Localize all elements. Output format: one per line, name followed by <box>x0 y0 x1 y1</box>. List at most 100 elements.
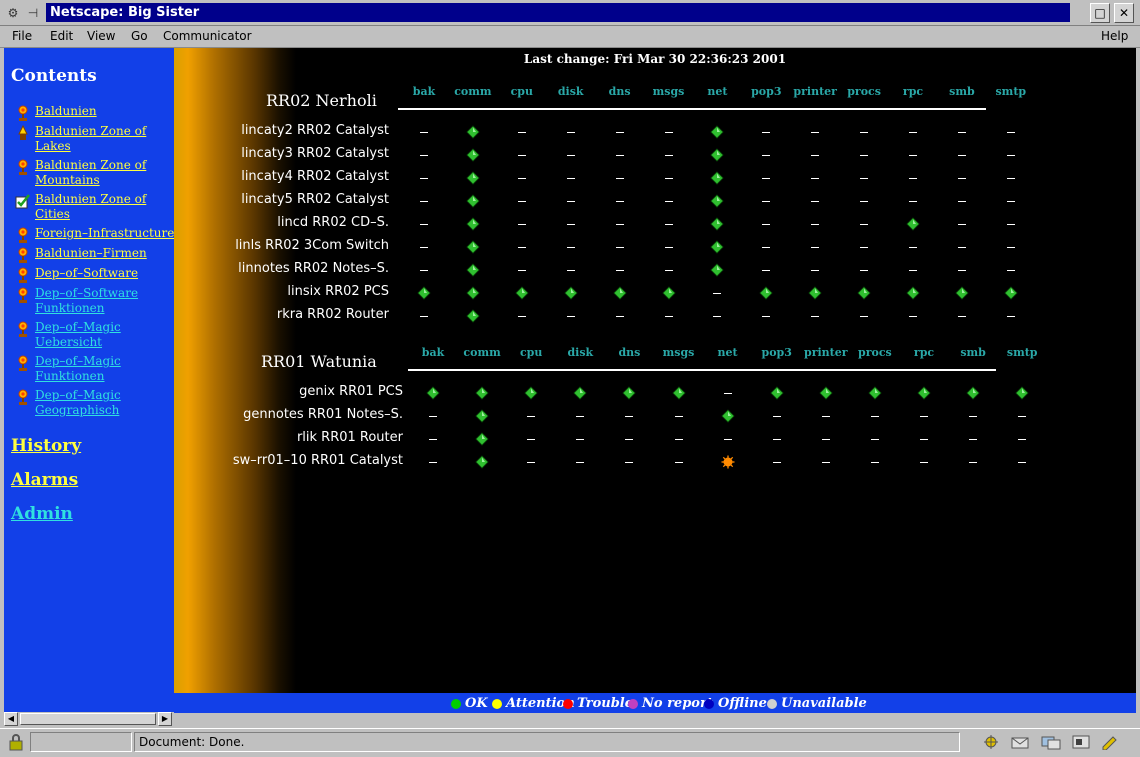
sidebar-item-link[interactable]: Baldunien Zone of Lakes <box>35 124 174 154</box>
menu-go[interactable]: Go <box>131 26 148 46</box>
pin-icon[interactable]: ⊣ <box>24 4 42 22</box>
composer-icon[interactable] <box>1070 734 1092 750</box>
column-header-bak[interactable]: bak <box>408 346 458 359</box>
status-ok-icon[interactable] <box>474 432 490 446</box>
host-label[interactable]: linls RR02 3Com Switch <box>209 238 389 253</box>
sidebar-item-link[interactable]: Baldunien–Firmen <box>35 246 174 261</box>
sidebar-item-link[interactable]: Dep–of–Magic Geographisch <box>35 388 174 418</box>
status-ok-icon[interactable] <box>769 386 785 400</box>
host-label[interactable]: rlik RR01 Router <box>223 430 403 445</box>
status-ok-icon[interactable] <box>465 240 481 254</box>
status-ok-icon[interactable] <box>867 386 883 400</box>
sidebar-item[interactable]: Dep–of–Software Funktionen <box>14 286 174 316</box>
sidebar-item-link[interactable]: Dep–of–Software Funktionen <box>35 286 174 316</box>
sidebar-item-link[interactable]: Baldunien Zone of Cities <box>35 192 174 222</box>
status-ok-icon[interactable] <box>709 217 725 231</box>
column-header-rpc[interactable]: rpc <box>888 85 938 98</box>
status-ok-icon[interactable] <box>709 125 725 139</box>
host-label[interactable]: lincd RR02 CD–S. <box>209 215 389 230</box>
status-ok-icon[interactable] <box>563 286 579 300</box>
status-ok-icon[interactable] <box>807 286 823 300</box>
status-ok-icon[interactable] <box>709 194 725 208</box>
sidebar-item[interactable]: Dep–of–Magic Funktionen <box>14 354 174 384</box>
sidebar-item[interactable]: Baldunien Zone of Mountains <box>14 158 174 188</box>
status-ok-icon[interactable] <box>523 386 539 400</box>
status-ok-icon[interactable] <box>465 263 481 277</box>
column-header-disk[interactable]: disk <box>555 346 605 359</box>
group-title[interactable]: RR01 Watunia <box>261 352 377 371</box>
status-ok-icon[interactable] <box>709 240 725 254</box>
status-attention-icon[interactable] <box>720 455 736 469</box>
status-ok-icon[interactable] <box>965 386 981 400</box>
status-ok-icon[interactable] <box>572 386 588 400</box>
sidebar-item[interactable]: Baldunien <box>14 104 174 122</box>
host-label[interactable]: lincaty2 RR02 Catalyst <box>209 123 389 138</box>
status-ok-icon[interactable] <box>1003 286 1019 300</box>
status-ok-icon[interactable] <box>905 217 921 231</box>
edit-page-icon[interactable] <box>1100 734 1122 750</box>
menu-edit[interactable]: Edit <box>50 26 73 46</box>
status-ok-icon[interactable] <box>1014 386 1030 400</box>
column-header-cpu[interactable]: cpu <box>506 346 556 359</box>
menu-help[interactable]: Help <box>1101 26 1128 46</box>
host-label[interactable]: genix RR01 PCS <box>223 384 403 399</box>
scroll-thumb[interactable] <box>20 713 156 725</box>
host-label[interactable]: gennotes RR01 Notes–S. <box>223 407 403 422</box>
sidebar-item-link[interactable]: Dep–of–Magic Funktionen <box>35 354 174 384</box>
sidebar-item-link[interactable]: Baldunien <box>35 104 174 119</box>
host-label[interactable]: lincaty3 RR02 Catalyst <box>209 146 389 161</box>
column-header-net[interactable]: net <box>703 346 753 359</box>
host-label[interactable]: lincaty4 RR02 Catalyst <box>209 169 389 184</box>
column-header-bak[interactable]: bak <box>399 85 449 98</box>
column-header-procs[interactable]: procs <box>839 85 889 98</box>
sidebar-item[interactable]: Dep–of–Software <box>14 266 174 284</box>
alarms-link[interactable]: Alarms <box>11 470 78 490</box>
host-label[interactable]: linsix RR02 PCS <box>209 284 389 299</box>
host-label[interactable]: sw–rr01–10 RR01 Catalyst <box>223 453 403 468</box>
column-header-smtp[interactable]: smtp <box>986 85 1036 98</box>
menu-file[interactable]: File <box>12 26 32 46</box>
status-ok-icon[interactable] <box>720 409 736 423</box>
status-ok-icon[interactable] <box>758 286 774 300</box>
sidebar-item[interactable]: Baldunien–Firmen <box>14 246 174 264</box>
column-header-procs[interactable]: procs <box>850 346 900 359</box>
window-menu-icon[interactable]: ⚙ <box>4 4 22 22</box>
status-ok-icon[interactable] <box>465 286 481 300</box>
scroll-right-icon[interactable]: ▶ <box>158 712 172 726</box>
history-link[interactable]: History <box>11 436 81 456</box>
column-header-smb[interactable]: smb <box>948 346 998 359</box>
column-header-pop3[interactable]: pop3 <box>741 85 791 98</box>
status-ok-icon[interactable] <box>465 125 481 139</box>
status-ok-icon[interactable] <box>954 286 970 300</box>
status-ok-icon[interactable] <box>465 309 481 323</box>
horizontal-scrollbar[interactable]: ◀ ▶ <box>4 712 174 726</box>
discussion-icon[interactable] <box>1040 734 1062 750</box>
status-ok-icon[interactable] <box>514 286 530 300</box>
column-header-comm[interactable]: comm <box>448 85 498 98</box>
status-ok-icon[interactable] <box>709 148 725 162</box>
host-label[interactable]: linnotes RR02 Notes–S. <box>209 261 389 276</box>
status-ok-icon[interactable] <box>465 194 481 208</box>
column-header-msgs[interactable]: msgs <box>654 346 704 359</box>
status-ok-icon[interactable] <box>856 286 872 300</box>
status-ok-icon[interactable] <box>465 217 481 231</box>
menu-communicator[interactable]: Communicator <box>163 26 252 46</box>
sidebar-item[interactable]: Foreign–Infrastructure <box>14 226 174 244</box>
navigator-icon[interactable] <box>980 734 1002 750</box>
column-header-disk[interactable]: disk <box>546 85 596 98</box>
scroll-left-icon[interactable]: ◀ <box>4 712 18 726</box>
sidebar-item[interactable]: Dep–of–Magic Geographisch <box>14 388 174 418</box>
status-ok-icon[interactable] <box>425 386 441 400</box>
sidebar-item-link[interactable]: Dep–of–Magic Uebersicht <box>35 320 174 350</box>
host-label[interactable]: lincaty5 RR02 Catalyst <box>209 192 389 207</box>
sidebar-item[interactable]: Dep–of–Magic Uebersicht <box>14 320 174 350</box>
group-title[interactable]: RR02 Nerholi <box>266 91 377 110</box>
status-ok-icon[interactable] <box>709 263 725 277</box>
status-ok-icon[interactable] <box>709 171 725 185</box>
column-header-printer[interactable]: printer <box>801 346 851 359</box>
status-ok-icon[interactable] <box>474 409 490 423</box>
close-button[interactable]: ✕ <box>1114 3 1134 23</box>
column-header-pop3[interactable]: pop3 <box>752 346 802 359</box>
menu-view[interactable]: View <box>87 26 115 46</box>
status-ok-icon[interactable] <box>612 286 628 300</box>
